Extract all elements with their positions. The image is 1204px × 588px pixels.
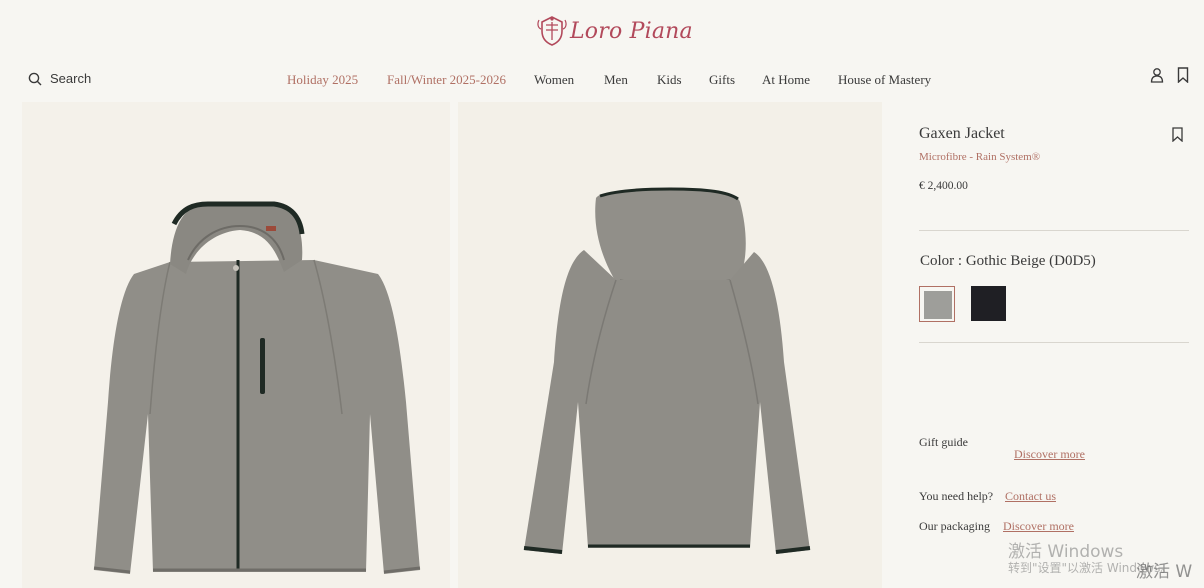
product-image-front[interactable] xyxy=(22,102,450,588)
swatch-gothic-beige[interactable] xyxy=(919,286,955,322)
nav-kids[interactable]: Kids xyxy=(657,72,709,88)
product-price: € 2,400.00 xyxy=(919,180,968,192)
nav-fall-winter-2025-2026[interactable]: Fall/Winter 2025-2026 xyxy=(387,72,534,88)
jacket-front-illustration xyxy=(93,201,421,574)
bookmark-icon[interactable] xyxy=(1172,127,1183,142)
divider xyxy=(919,342,1189,343)
bookmark-icon[interactable] xyxy=(1176,67,1190,83)
color-label: Color : Gothic Beige (D0D5) xyxy=(920,253,1096,269)
nav-holiday-2025[interactable]: Holiday 2025 xyxy=(287,72,387,88)
main-nav: Holiday 2025 Fall/Winter 2025-2026 Women… xyxy=(287,72,938,88)
nav-at-home[interactable]: At Home xyxy=(762,72,838,88)
header-actions xyxy=(1150,67,1190,83)
product-image-back[interactable] xyxy=(458,102,882,588)
divider xyxy=(919,230,1189,231)
help-label: You need help? xyxy=(919,489,994,503)
user-icon[interactable] xyxy=(1150,67,1164,83)
contact-us-link[interactable]: Contact us xyxy=(1005,489,1056,504)
brand-wordmark: Loro Piana xyxy=(570,18,693,44)
crest-icon xyxy=(537,16,567,46)
packaging-link[interactable]: Discover more xyxy=(1003,519,1074,534)
product-title: Gaxen Jacket xyxy=(919,125,1005,142)
jacket-back-illustration xyxy=(523,187,811,554)
search-button[interactable]: Search xyxy=(28,71,91,86)
brand-logo[interactable]: Loro Piana xyxy=(536,14,693,48)
swatch-dark[interactable] xyxy=(971,286,1007,322)
nav-house-of-mastery[interactable]: House of Mastery xyxy=(838,72,938,88)
nav-gifts[interactable]: Gifts xyxy=(709,72,762,88)
nav-men[interactable]: Men xyxy=(604,72,657,88)
swatch-fill xyxy=(924,291,952,319)
product-material: Microfibre - Rain System® xyxy=(919,151,1041,163)
gift-guide-link[interactable]: Discover more xyxy=(1014,447,1085,462)
packaging-label: Our packaging xyxy=(919,519,990,533)
swatch-fill xyxy=(971,286,1006,321)
windows-watermark-duplicate: 激活 W xyxy=(1136,562,1193,582)
gift-guide-label: Gift guide xyxy=(919,435,968,449)
nav-women[interactable]: Women xyxy=(534,72,604,88)
search-icon xyxy=(28,72,42,85)
search-label: Search xyxy=(50,71,92,86)
